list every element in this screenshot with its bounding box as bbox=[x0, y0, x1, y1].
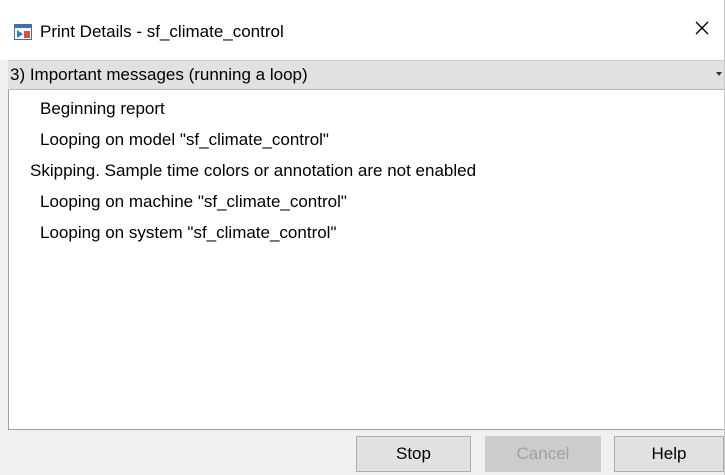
chevron-down-icon bbox=[716, 72, 722, 76]
help-button[interactable]: Help bbox=[614, 436, 724, 472]
close-button[interactable] bbox=[680, 12, 724, 48]
log-line: Beginning report bbox=[40, 99, 165, 118]
dropdown-selected-value: 3) Important messages (running a loop) bbox=[10, 65, 308, 84]
log-line: Looping on machine "sf_climate_control" bbox=[40, 192, 347, 211]
cancel-button[interactable]: Cancel bbox=[485, 436, 601, 472]
log-line: Skipping. Sample time colors or annotati… bbox=[30, 161, 477, 180]
message-level-dropdown[interactable]: 3) Important messages (running a loop) bbox=[8, 60, 724, 90]
close-icon bbox=[694, 20, 710, 41]
window-title: Print Details - sf_climate_control bbox=[40, 22, 284, 41]
print-details-window: Print Details - sf_climate_control 3) Im… bbox=[0, 0, 725, 475]
title-bar: Print Details - sf_climate_control bbox=[0, 0, 724, 60]
stop-button[interactable]: Stop bbox=[356, 436, 471, 472]
print-window-icon bbox=[14, 24, 32, 40]
button-row: Stop Cancel Help bbox=[0, 430, 724, 475]
log-line: Looping on system "sf_climate_control" bbox=[40, 223, 337, 242]
log-line: Looping on model "sf_climate_control" bbox=[40, 130, 329, 149]
message-log[interactable]: Beginning report Looping on model "sf_cl… bbox=[8, 90, 724, 430]
